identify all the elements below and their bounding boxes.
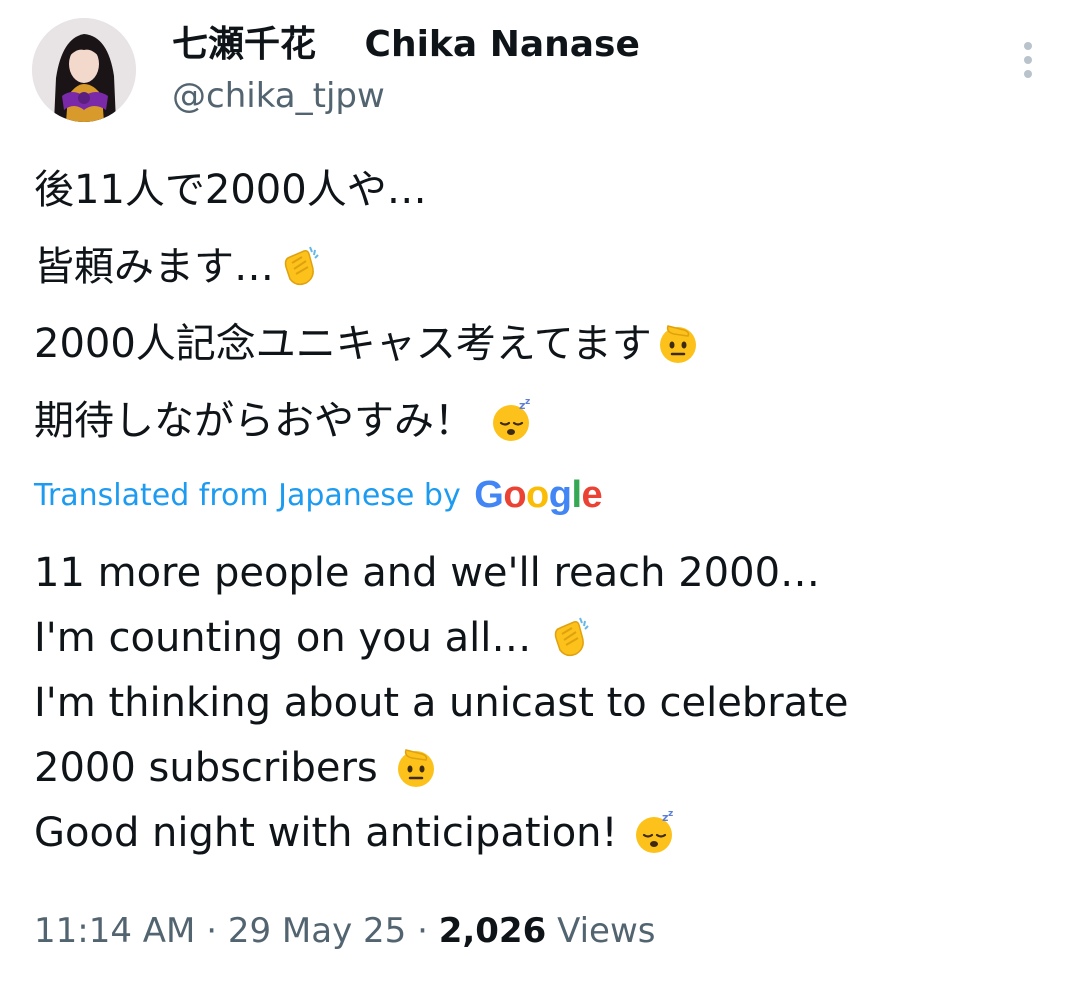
original-line: 皆頼みます…	[34, 229, 1044, 306]
translation-line: I'm counting on you all…	[34, 606, 1044, 671]
more-options-button[interactable]	[1008, 38, 1048, 84]
saluting-face-icon	[654, 320, 700, 366]
translation-line-text: Good night with anticipation!	[34, 810, 631, 856]
tweet-metadata: 11:14 AM · 29 May 25 · 2,026 Views	[34, 906, 655, 956]
sleeping-face-icon: zz	[489, 397, 535, 443]
author-display-name[interactable]: 七瀬千花 Chika Nanase	[172, 22, 640, 68]
translation-line-text: 11 more people and we'll reach 2000…	[34, 550, 821, 596]
translation-line: Good night with anticipation! zz	[34, 801, 1044, 866]
tweet-date[interactable]: 29 May 25	[228, 911, 406, 951]
translation-line: 2000 subscribers	[34, 736, 1044, 801]
translation-line-text: I'm counting on you all…	[34, 615, 545, 661]
views-count: 2,026	[438, 911, 547, 951]
original-line: 期待しながらおやすみ！ zz	[34, 383, 1044, 460]
google-logo: Google	[474, 474, 603, 516]
separator: ·	[417, 911, 428, 951]
translation-line: I'm thinking about a unicast to celebrat…	[34, 671, 1044, 736]
svg-text:z: z	[525, 397, 530, 407]
tweet-time[interactable]: 11:14 AM	[34, 911, 195, 951]
original-line: 後11人で2000人や…	[34, 152, 1044, 229]
svg-text:z: z	[668, 809, 673, 819]
tweet-original-text: 後11人で2000人や… 皆頼みます… 2000人記念ユニキャス考えてます 期待しなが…	[34, 152, 1044, 460]
separator: ·	[206, 911, 218, 951]
tweet-translation-text: 11 more people and we'll reach 2000… I'm …	[34, 541, 1044, 866]
translation-line-text: I'm thinking about a unicast to celebrat…	[34, 680, 849, 726]
original-line: 2000人記念ユニキャス考えてます	[34, 306, 1044, 383]
avatar[interactable]	[32, 18, 136, 122]
clapping-hands-icon	[276, 243, 322, 289]
original-line-text: 皆頼みます…	[34, 244, 274, 290]
translation-attribution[interactable]: Translated from Japanese by Google	[34, 472, 603, 522]
saluting-face-icon	[392, 744, 438, 790]
original-line-text: 期待しながらおやすみ！	[34, 398, 487, 444]
sleeping-face-icon: zz	[632, 809, 678, 855]
original-line-text: 後11人で2000人や…	[34, 167, 427, 213]
translated-from-label: Translated from Japanese by	[34, 478, 461, 513]
views-label: Views	[557, 911, 656, 951]
clapping-hands-icon	[546, 614, 592, 660]
author-handle[interactable]: @chika_tjpw	[172, 74, 385, 118]
translation-line: 11 more people and we'll reach 2000…	[34, 541, 1044, 606]
avatar-photo	[32, 18, 136, 122]
tweet: 七瀬千花 Chika Nanase @chika_tjpw 後11人で2000人…	[0, 0, 1080, 988]
translation-line-text: 2000 subscribers	[34, 745, 391, 791]
more-vertical-icon	[1024, 42, 1032, 78]
original-line-text: 2000人記念ユニキャス考えてます	[34, 321, 652, 367]
